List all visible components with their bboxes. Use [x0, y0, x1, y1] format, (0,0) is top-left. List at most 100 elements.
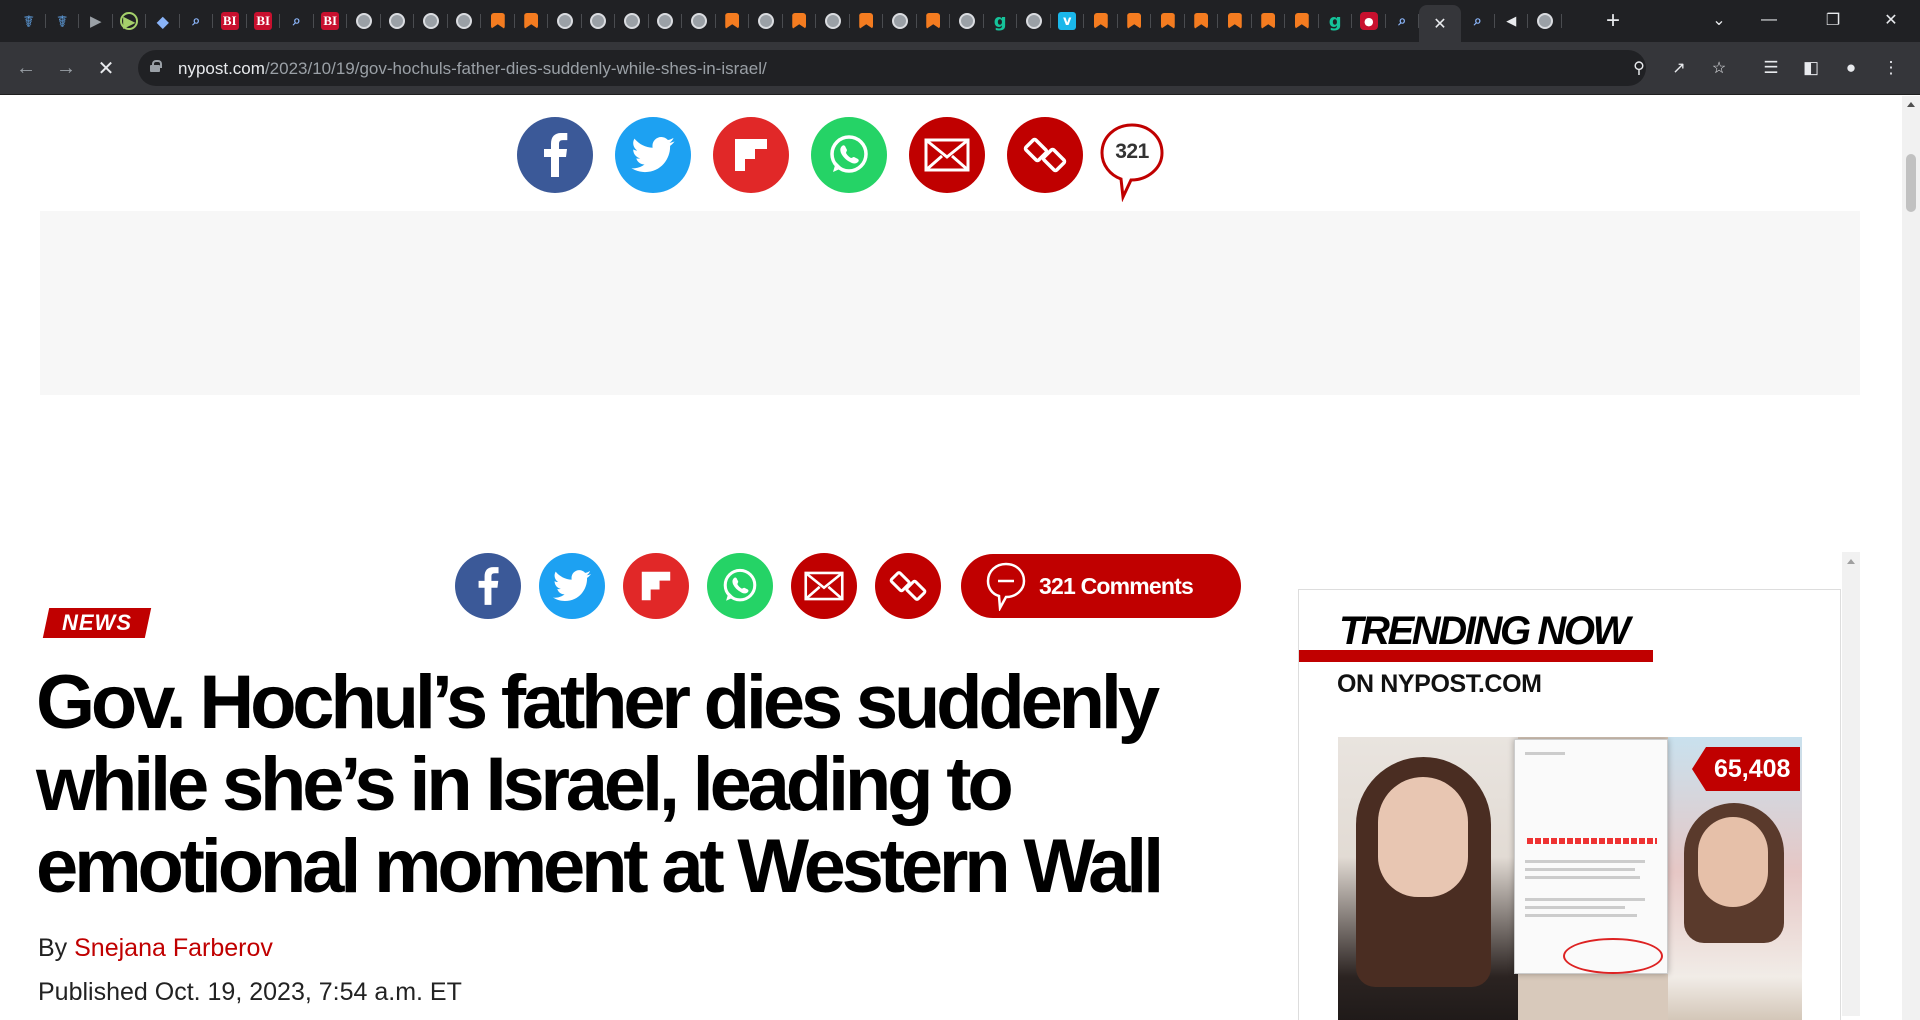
browser-tab[interactable]: [950, 5, 984, 37]
close-window-button[interactable]: ✕: [1868, 0, 1914, 40]
facebook-share-button[interactable]: [517, 117, 593, 193]
browser-tab[interactable]: [1185, 5, 1219, 37]
browser-tab[interactable]: [448, 5, 482, 37]
browser-tab[interactable]: [481, 5, 515, 37]
bookmark-star-icon[interactable]: ☆: [1708, 57, 1730, 79]
email-share-button[interactable]: [909, 117, 985, 193]
stop-loading-button[interactable]: ✕: [92, 54, 120, 82]
browser-tab[interactable]: [1118, 5, 1152, 37]
scroll-up-arrow[interactable]: [1907, 102, 1915, 107]
side-panel-icon[interactable]: ◧: [1798, 55, 1824, 81]
browser-tab[interactable]: [1017, 5, 1051, 37]
vimeo-icon: v: [1058, 12, 1077, 30]
browser-tab[interactable]: [1252, 5, 1286, 37]
reading-list-icon[interactable]: ☰: [1758, 55, 1784, 81]
whatsapp-share-button[interactable]: [811, 117, 887, 193]
browser-tab[interactable]: [615, 5, 649, 37]
facebook-share-button[interactable]: [455, 553, 521, 619]
browser-tab[interactable]: ✕: [1419, 5, 1461, 42]
profile-icon[interactable]: ●: [1838, 55, 1864, 81]
tab-search-chevron-icon[interactable]: ⌄: [1696, 0, 1742, 40]
browser-tab[interactable]: ☤: [12, 5, 46, 37]
zoom-icon[interactable]: ⚲: [1628, 57, 1650, 79]
back-button[interactable]: ←: [12, 54, 40, 82]
share-bar-main: 321 Comments: [455, 553, 1241, 619]
browser-tab[interactable]: [1151, 5, 1185, 37]
browser-tab[interactable]: [816, 5, 850, 37]
browser-tab-strip: ☤ ☤ ▶ ▶ ◆ ⌕ BI BI ⌕ BI g v g ● ⌕ ✕ ⌕ ◀ + ⌄ — ❐ ✕: [0, 0, 1920, 42]
browser-tab[interactable]: [850, 5, 884, 37]
comments-count-bubble[interactable]: 321: [1099, 122, 1165, 202]
author-link[interactable]: Snejana Farberov: [74, 934, 273, 962]
browser-tab[interactable]: ◀: [1495, 5, 1529, 37]
browser-tab[interactable]: BI: [247, 5, 281, 37]
browser-tab[interactable]: [783, 5, 817, 37]
browser-tab[interactable]: BI: [213, 5, 247, 37]
flipboard-share-button[interactable]: [623, 553, 689, 619]
browser-tab[interactable]: [883, 5, 917, 37]
article-headline: Gov. Hochul’s father dies suddenly while…: [36, 660, 1164, 909]
browser-tab[interactable]: ⌕: [1461, 5, 1495, 37]
browser-tab[interactable]: ▶: [79, 5, 113, 37]
share-icon[interactable]: ↗: [1668, 57, 1690, 79]
browser-tab[interactable]: [1528, 5, 1562, 37]
browser-tab[interactable]: ▶: [113, 5, 147, 37]
browser-tab[interactable]: ●: [1352, 5, 1386, 37]
flipboard-share-button[interactable]: [713, 117, 789, 193]
byline: By Snejana Farberov: [38, 934, 273, 963]
twitter-share-button[interactable]: [615, 117, 691, 193]
facebook-icon: [478, 567, 499, 605]
browser-tab[interactable]: [347, 5, 381, 37]
menu-icon[interactable]: ⋮: [1878, 55, 1904, 81]
browser-tab[interactable]: [716, 5, 750, 37]
byline-prefix: By: [38, 934, 75, 962]
section-tag[interactable]: NEWS: [42, 608, 152, 638]
scroll-thumb[interactable]: [1906, 154, 1916, 212]
globe-icon: [1536, 13, 1553, 29]
browser-tab[interactable]: ◆: [146, 5, 180, 37]
browser-tab[interactable]: [1285, 5, 1319, 37]
trending-story-image[interactable]: 65,408: [1338, 737, 1802, 1020]
browser-tab[interactable]: BI: [314, 5, 348, 37]
browser-tab[interactable]: g: [984, 5, 1018, 37]
browser-tab[interactable]: [1218, 5, 1252, 37]
copy-link-button[interactable]: [875, 553, 941, 619]
search-icon: ⌕: [292, 13, 301, 29]
url-text[interactable]: nypost.com/2023/10/19/gov-hochuls-father…: [178, 59, 767, 79]
browser-tab[interactable]: ⌕: [180, 5, 214, 37]
browser-tab[interactable]: ⌕: [1386, 5, 1420, 37]
lock-icon[interactable]: [150, 60, 162, 72]
browser-tab[interactable]: [515, 5, 549, 37]
sidebar-scrollbar[interactable]: [1842, 552, 1860, 1016]
browser-tab[interactable]: ⌕: [280, 5, 314, 37]
restore-button[interactable]: ❐: [1810, 0, 1856, 40]
published-date: Published Oct. 19, 2023, 7:54 a.m. ET: [38, 978, 462, 1006]
twitter-icon: [631, 137, 675, 173]
address-bar[interactable]: nypost.com/2023/10/19/gov-hochuls-father…: [138, 50, 1726, 86]
close-icon[interactable]: ✕: [1433, 14, 1446, 34]
browser-tab[interactable]: [649, 5, 683, 37]
page-scrollbar[interactable]: [1902, 96, 1920, 1020]
page-content: 321 321 Comments NEWS Gov. Hochul’s fath…: [0, 96, 1902, 1020]
comment-count: 321: [1115, 140, 1149, 163]
browser-tab[interactable]: [414, 5, 448, 37]
copy-link-button[interactable]: [1007, 117, 1083, 193]
minimize-button[interactable]: —: [1746, 0, 1792, 40]
comments-button[interactable]: 321 Comments: [961, 554, 1241, 618]
browser-tab[interactable]: ☤: [46, 5, 80, 37]
twitter-share-button[interactable]: [539, 553, 605, 619]
browser-tab[interactable]: [1084, 5, 1118, 37]
browser-tab[interactable]: [682, 5, 716, 37]
browser-tab[interactable]: v: [1051, 5, 1085, 37]
section-tag-label: NEWS: [62, 610, 132, 635]
new-tab-button[interactable]: +: [1598, 6, 1628, 36]
email-share-button[interactable]: [791, 553, 857, 619]
whatsapp-share-button[interactable]: [707, 553, 773, 619]
browser-tab[interactable]: [749, 5, 783, 37]
browser-tab[interactable]: g: [1319, 5, 1353, 37]
browser-tab[interactable]: [548, 5, 582, 37]
forward-button[interactable]: →: [52, 54, 80, 82]
browser-tab[interactable]: [381, 5, 415, 37]
browser-tab[interactable]: [582, 5, 616, 37]
browser-tab[interactable]: [917, 5, 951, 37]
